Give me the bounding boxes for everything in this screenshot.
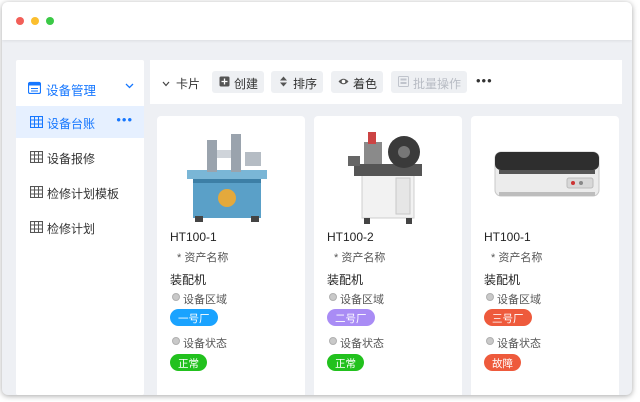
equipment-type: 装配机 bbox=[170, 273, 207, 287]
view-switcher[interactable]: 卡片 bbox=[162, 75, 200, 92]
area-badge: 三号厂 bbox=[484, 309, 532, 326]
table-icon bbox=[30, 151, 43, 163]
assembly-machine-image bbox=[348, 132, 422, 224]
asset-name-label: * 资产名称 bbox=[491, 252, 543, 264]
gear-icon bbox=[486, 293, 494, 301]
status-badge: 正常 bbox=[327, 354, 364, 371]
table-icon bbox=[30, 186, 43, 198]
asset-name-label: * 资产名称 bbox=[177, 252, 229, 264]
gear-icon bbox=[172, 293, 180, 301]
gear-icon bbox=[329, 337, 337, 345]
app-window: 设备管理 设备台账 ••• 设备报修 检修计划模板 检修计划 卡片 创建 排序 … bbox=[2, 2, 632, 395]
status-badge: 故障 bbox=[484, 354, 521, 371]
equipment-card[interactable]: HT100-1 * 资产名称 装配机 设备区域 三号厂 设备状态 故障 bbox=[471, 116, 619, 395]
status-label: 设备状态 bbox=[497, 338, 541, 350]
sidebar-item-maintenance-plan[interactable]: 检修计划 bbox=[16, 211, 144, 243]
equipment-type: 装配机 bbox=[484, 273, 521, 287]
sort-icon bbox=[280, 76, 287, 87]
calendar-icon bbox=[28, 81, 41, 94]
asset-name-label: * 资产名称 bbox=[334, 252, 386, 264]
equipment-card[interactable]: HT100-2 * 资产名称 装配机 设备区域 二号厂 设备状态 正常 bbox=[314, 116, 462, 395]
chevron-down-icon bbox=[162, 81, 170, 87]
status-badge: 正常 bbox=[170, 354, 207, 371]
more-options-icon[interactable]: ••• bbox=[476, 73, 493, 88]
sidebar-item-maintenance-template[interactable]: 检修计划模板 bbox=[16, 176, 144, 208]
color-button[interactable]: 着色 bbox=[331, 71, 384, 93]
area-label: 设备区域 bbox=[340, 294, 384, 306]
gear-icon bbox=[486, 337, 494, 345]
area-label: 设备区域 bbox=[497, 294, 541, 306]
close-window-button[interactable] bbox=[16, 17, 24, 25]
create-button[interactable]: 创建 bbox=[212, 71, 265, 93]
sort-button[interactable]: 排序 bbox=[271, 71, 324, 93]
batch-label: 批量操作 bbox=[413, 77, 462, 91]
color-label: 着色 bbox=[353, 77, 378, 91]
table-icon bbox=[30, 221, 43, 233]
eye-icon bbox=[338, 78, 349, 85]
assembly-machine-image bbox=[187, 134, 267, 222]
gear-icon bbox=[172, 337, 180, 345]
area-label: 设备区域 bbox=[183, 294, 227, 306]
batch-icon bbox=[398, 76, 409, 87]
plus-square-icon bbox=[219, 76, 230, 87]
status-label: 设备状态 bbox=[340, 338, 384, 350]
equipment-code: HT100-1 bbox=[484, 230, 531, 244]
equipment-card[interactable]: HT100-1 * 资产名称 装配机 设备区域 一号厂 设备状态 正常 bbox=[157, 116, 305, 395]
area-badge: 二号厂 bbox=[327, 309, 375, 326]
sidebar-item-label: 检修计划模板 bbox=[47, 187, 120, 201]
sidebar-item-equipment-repair[interactable]: 设备报修 bbox=[16, 141, 144, 173]
batch-operation-button[interactable]: 批量操作 bbox=[391, 71, 468, 93]
sidebar-group-equipment-management[interactable]: 设备管理 bbox=[16, 72, 144, 104]
equipment-code: HT100-1 bbox=[170, 230, 217, 244]
maximize-window-button[interactable] bbox=[46, 17, 54, 25]
more-options-icon[interactable]: ••• bbox=[116, 112, 133, 127]
area-badge: 一号厂 bbox=[170, 309, 218, 326]
minimize-window-button[interactable] bbox=[31, 17, 39, 25]
table-icon bbox=[30, 116, 43, 128]
chevron-down-icon[interactable] bbox=[125, 83, 134, 89]
create-label: 创建 bbox=[234, 77, 259, 91]
sidebar-item-equipment-ledger[interactable]: 设备台账 ••• bbox=[16, 106, 144, 138]
sidebar-group-label: 设备管理 bbox=[46, 84, 97, 98]
toolbar: 卡片 创建 排序 着色 批量操作 ••• bbox=[150, 60, 622, 104]
view-label: 卡片 bbox=[176, 77, 201, 91]
title-bar bbox=[2, 2, 632, 40]
status-label: 设备状态 bbox=[183, 338, 227, 350]
sidebar: 设备管理 设备台账 ••• 设备报修 检修计划模板 检修计划 bbox=[16, 60, 144, 395]
equipment-type: 装配机 bbox=[327, 273, 364, 287]
laminator-machine-image bbox=[494, 151, 600, 197]
equipment-code: HT100-2 bbox=[327, 230, 374, 244]
sidebar-item-label: 设备台账 bbox=[47, 117, 96, 131]
sidebar-item-label: 检修计划 bbox=[47, 222, 96, 236]
sort-label: 排序 bbox=[293, 77, 318, 91]
sidebar-item-label: 设备报修 bbox=[47, 152, 96, 166]
gear-icon bbox=[329, 293, 337, 301]
